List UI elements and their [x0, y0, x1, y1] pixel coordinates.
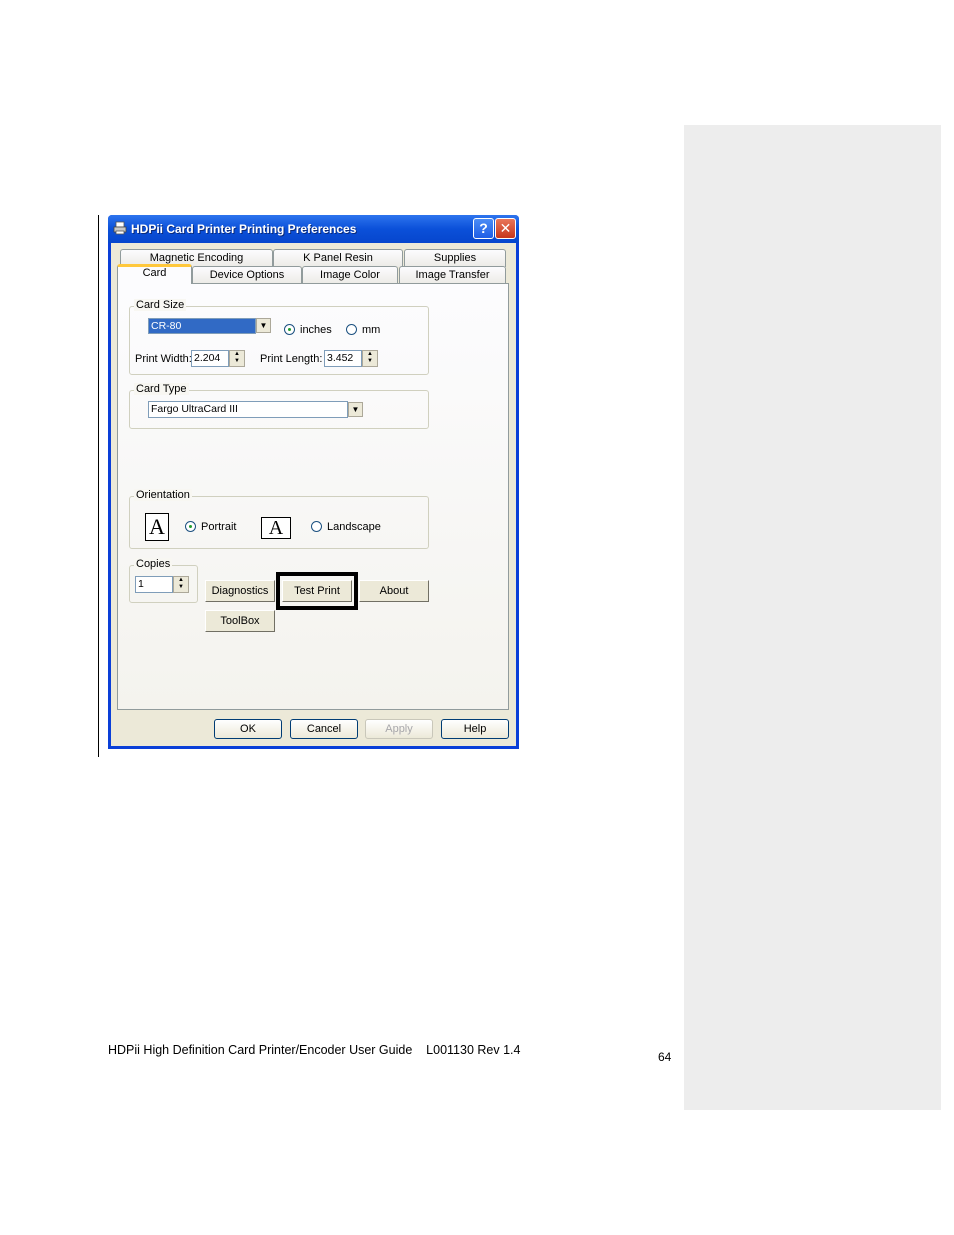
landscape-page-icon: A	[261, 517, 291, 539]
title-bar[interactable]: HDPii Card Printer Printing Preferences …	[108, 215, 519, 243]
print-width-input[interactable]: 2.204	[191, 350, 229, 367]
chevron-down-icon[interactable]: ▼	[256, 318, 271, 333]
footer-text: HDPii High Definition Card Printer/Encod…	[108, 1043, 521, 1057]
print-length-spinner[interactable]: ▲ ▼	[362, 350, 378, 367]
print-length-input[interactable]: 3.452	[324, 350, 362, 367]
portrait-label: Portrait	[201, 521, 237, 533]
close-icon[interactable]: ✕	[495, 218, 516, 239]
chevron-down-icon[interactable]: ▼	[348, 402, 363, 417]
portrait-radio[interactable]	[185, 521, 196, 532]
test-print-button[interactable]: Test Print	[282, 580, 352, 602]
apply-button[interactable]: Apply	[365, 719, 433, 739]
printer-icon	[113, 221, 127, 235]
print-width-label: Print Width:	[135, 353, 192, 365]
card-size-select[interactable]: CR-80	[148, 318, 256, 334]
tab-device-options[interactable]: Device Options	[192, 266, 302, 284]
landscape-radio[interactable]	[311, 521, 322, 532]
printing-preferences-dialog: HDPii Card Printer Printing Preferences …	[108, 215, 519, 749]
toolbox-button[interactable]: ToolBox	[205, 610, 275, 632]
window-title: HDPii Card Printer Printing Preferences	[131, 222, 357, 236]
portrait-page-icon: A	[145, 513, 169, 541]
print-width-spinner[interactable]: ▲ ▼	[229, 350, 245, 367]
card-type-label: Card Type	[134, 383, 189, 395]
help-button[interactable]: Help	[441, 719, 509, 739]
orientation-label: Orientation	[134, 489, 192, 501]
diagnostics-button[interactable]: Diagnostics	[205, 580, 275, 602]
landscape-label: Landscape	[327, 521, 381, 533]
copies-spinner[interactable]: ▲ ▼	[173, 576, 189, 593]
inches-radio[interactable]	[284, 324, 295, 335]
copies-input[interactable]: 1	[135, 576, 173, 593]
dialog-client: Magnetic Encoding K Panel Resin Supplies…	[111, 243, 516, 746]
print-length-label: Print Length:	[260, 353, 323, 365]
tab-card[interactable]: Card	[117, 264, 192, 284]
copies-label: Copies	[134, 558, 173, 570]
tab-image-color[interactable]: Image Color	[302, 266, 398, 284]
tab-supplies[interactable]: Supplies	[404, 249, 506, 267]
change-bar	[98, 215, 99, 757]
mm-label: mm	[362, 324, 381, 336]
card-tab-panel: Card Size CR-80 ▼ inches mm Print Width:…	[117, 283, 509, 710]
tab-image-transfer[interactable]: Image Transfer	[399, 266, 506, 284]
comment-margin	[684, 125, 941, 1110]
cancel-button[interactable]: Cancel	[290, 719, 358, 739]
help-icon[interactable]: ?	[473, 218, 494, 239]
card-size-label: Card Size	[134, 299, 187, 311]
ok-button[interactable]: OK	[214, 719, 282, 739]
mm-radio[interactable]	[346, 324, 357, 335]
about-button[interactable]: About	[359, 580, 429, 602]
page-number: 64	[658, 1050, 672, 1064]
inches-label: inches	[300, 324, 332, 336]
card-type-select[interactable]: Fargo UltraCard III	[148, 401, 348, 418]
tab-k-panel-resin[interactable]: K Panel Resin	[273, 249, 403, 267]
